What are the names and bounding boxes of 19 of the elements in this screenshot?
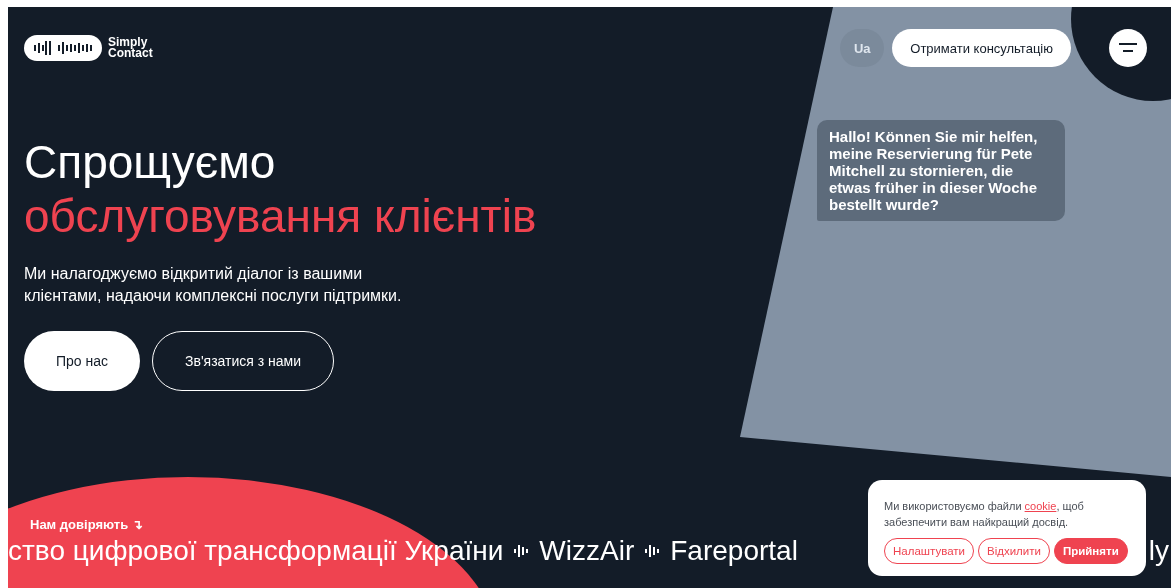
accept-button[interactable]: Прийняти <box>1053 538 1128 564</box>
chat-bubble: Hallo! Können Sie mir helfen, meine Reservierung für Pete Mitchell zu stornieren, die etwas früher in dieser Woche bestellt wurde? <box>817 120 1065 221</box>
cookie-text: Ми використовуємо файли cookie, щоб забезпечити вам найкращий досвід. <box>884 499 1085 530</box>
logo-text: Simply Contact <box>108 37 153 59</box>
consultation-button[interactable]: Отримати консультацію <box>892 29 1071 67</box>
client-name: Fareportal <box>670 535 798 567</box>
logo-icon <box>24 35 102 61</box>
client-name: ly <box>1148 535 1169 567</box>
client-name: WizzAir <box>539 535 635 567</box>
about-button[interactable]: Про нас <box>24 331 141 391</box>
hero-title: Спрощуємо <box>24 135 276 189</box>
menu-icon <box>1119 43 1137 53</box>
trusted-label: Нам довіряють ↴ <box>30 517 143 532</box>
hero-description: Ми налагоджуємо відкритий діалог із вашими клієнтами, надаючи комплексні послуги підтримки. <box>24 264 403 306</box>
hero-title-accent: обслуговування клієнтів <box>24 189 537 243</box>
cookie-option-button[interactable]: Налаштувати <box>884 538 974 564</box>
wave-icon <box>513 543 530 559</box>
cookie-option-button[interactable]: Відхилити <box>978 538 1050 564</box>
wave-icon <box>644 543 661 559</box>
